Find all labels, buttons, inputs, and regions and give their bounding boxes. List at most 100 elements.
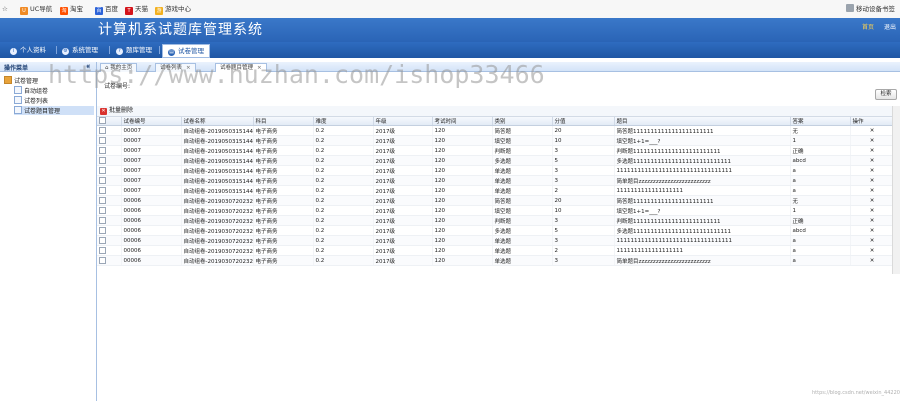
delete-row-icon[interactable]: ✕ bbox=[850, 185, 893, 196]
home-link[interactable]: 首页 bbox=[862, 22, 874, 31]
row-checkbox[interactable] bbox=[97, 195, 122, 206]
row-checkbox[interactable] bbox=[97, 175, 122, 186]
col-category[interactable]: 类别 bbox=[492, 117, 553, 126]
table-row[interactable]: 00007 自动组卷-20190503151444 电子商务 0.2 2017级 120 填… bbox=[97, 135, 893, 146]
file-icon bbox=[14, 86, 22, 94]
select-all-checkbox[interactable] bbox=[97, 117, 122, 126]
cell-exam-time: 120 bbox=[432, 225, 493, 236]
cell-difficulty: 0.2 bbox=[313, 185, 374, 196]
col-exam-time[interactable]: 考试时间 bbox=[432, 117, 493, 126]
delete-row-icon[interactable]: ✕ bbox=[850, 255, 893, 266]
delete-row-icon[interactable]: ✕ bbox=[850, 245, 893, 256]
cell-exam-time: 120 bbox=[432, 125, 493, 136]
nav-profile[interactable]: i 个人资料 bbox=[10, 44, 46, 56]
cell-exam-name: 自动组卷-20190503151444 bbox=[181, 175, 254, 186]
delete-row-icon[interactable]: ✕ bbox=[850, 235, 893, 246]
cell-grade: 2017级 bbox=[373, 175, 433, 186]
col-score[interactable]: 分值 bbox=[552, 117, 615, 126]
cell-subject: 电子商务 bbox=[253, 165, 314, 176]
nav-system[interactable]: ⚙ 系统管理 bbox=[62, 44, 98, 56]
col-difficulty[interactable]: 难度 bbox=[313, 117, 374, 126]
row-checkbox[interactable] bbox=[97, 245, 122, 256]
col-subject[interactable]: 科目 bbox=[253, 117, 314, 126]
bookmark-game[interactable]: 游游戏中心 bbox=[155, 4, 191, 15]
cell-exam-name: 自动组卷-20190307202320 bbox=[181, 245, 254, 256]
cell-difficulty: 0.2 bbox=[313, 205, 374, 216]
row-checkbox[interactable] bbox=[97, 135, 122, 146]
cell-exam-time: 120 bbox=[432, 135, 493, 146]
table-row[interactable]: 00006 自动组卷-20190307202320 电子商务 0.2 2017级 120 简… bbox=[97, 195, 893, 206]
tree-root[interactable]: 试卷管理 bbox=[4, 76, 38, 85]
cell-exam-time: 120 bbox=[432, 145, 493, 156]
mobile-bookmarks[interactable]: 移动设备书签 bbox=[846, 4, 895, 14]
delete-row-icon[interactable]: ✕ bbox=[850, 135, 893, 146]
cell-grade: 2017级 bbox=[373, 245, 433, 256]
table-row[interactable]: 00007 自动组卷-20190503151444 电子商务 0.2 2017级 120 多… bbox=[97, 155, 893, 166]
delete-row-icon[interactable]: ✕ bbox=[850, 165, 893, 176]
delete-row-icon[interactable]: ✕ bbox=[850, 145, 893, 156]
table-row[interactable]: 00006 自动组卷-20190307202320 电子商务 0.2 2017级 120 单… bbox=[97, 245, 893, 256]
table-row[interactable]: 00006 自动组卷-20190307202320 电子商务 0.2 2017级 120 判… bbox=[97, 215, 893, 226]
row-checkbox[interactable] bbox=[97, 255, 122, 266]
cell-exam-time: 120 bbox=[432, 245, 493, 256]
delete-row-icon[interactable]: ✕ bbox=[850, 225, 893, 236]
table-row[interactable]: 00007 自动组卷-20190503151444 电子商务 0.2 2017级 120 单… bbox=[97, 185, 893, 196]
row-checkbox[interactable] bbox=[97, 125, 122, 136]
table-row[interactable]: 00006 自动组卷-20190307202320 电子商务 0.2 2017级 120 单… bbox=[97, 255, 893, 266]
table-row[interactable]: 00006 自动组卷-20190307202320 电子商务 0.2 2017级 120 多… bbox=[97, 225, 893, 236]
bookmark-baidu[interactable]: 百百度 bbox=[95, 4, 118, 15]
col-exam-name[interactable]: 试卷名称 bbox=[181, 117, 254, 126]
logout-link[interactable]: 退出 bbox=[884, 22, 896, 31]
table-row[interactable]: 00007 自动组卷-20190503151444 电子商务 0.2 2017级 120 单… bbox=[97, 175, 893, 186]
watermark: https://www.huzhan.com/ishop33466 bbox=[48, 60, 545, 89]
bookmark-uc[interactable]: U UC导航 bbox=[20, 4, 52, 15]
delete-row-icon[interactable]: ✕ bbox=[850, 125, 893, 136]
tree-item-exam-question-manage[interactable]: 试卷题目管理 bbox=[14, 106, 94, 115]
row-checkbox[interactable] bbox=[97, 145, 122, 156]
vertical-scrollbar[interactable] bbox=[892, 106, 900, 274]
cell-subject: 电子商务 bbox=[253, 175, 314, 186]
app-title: 计算机系试题库管理系统 bbox=[98, 22, 263, 38]
nav-exam-management[interactable]: ▤ 试卷管理 bbox=[162, 44, 210, 58]
delete-row-icon[interactable]: ✕ bbox=[850, 155, 893, 166]
row-checkbox[interactable] bbox=[97, 155, 122, 166]
table-row[interactable]: 00006 自动组卷-20190307202320 电子商务 0.2 2017级 120 单… bbox=[97, 235, 893, 246]
delete-row-icon[interactable]: ✕ bbox=[850, 195, 893, 206]
star-icon[interactable]: ☆ bbox=[2, 4, 8, 14]
cell-answer: a bbox=[790, 235, 851, 246]
col-action: 操作 bbox=[850, 117, 893, 126]
row-checkbox[interactable] bbox=[97, 235, 122, 246]
cell-subject: 电子商务 bbox=[253, 135, 314, 146]
cell-exam-id: 00007 bbox=[121, 155, 182, 166]
col-question[interactable]: 题目 bbox=[614, 117, 791, 126]
bookmark-taobao[interactable]: 淘淘宝 bbox=[60, 4, 83, 15]
cell-score: 10 bbox=[552, 205, 615, 216]
delete-row-icon[interactable]: ✕ bbox=[850, 215, 893, 226]
col-grade[interactable]: 年级 bbox=[373, 117, 433, 126]
col-exam-id[interactable]: 试卷编号 bbox=[121, 117, 182, 126]
tree-item-exam-list[interactable]: 试卷列表 bbox=[14, 96, 48, 105]
row-checkbox[interactable] bbox=[97, 205, 122, 216]
table-row[interactable]: 00007 自动组卷-20190503151444 电子商务 0.2 2017级 120 判… bbox=[97, 145, 893, 156]
table-header: 试卷编号 试卷名称 科目 难度 年级 考试时间 类别 分值 题目 答案 操作 bbox=[97, 117, 893, 126]
col-answer[interactable]: 答案 bbox=[790, 117, 851, 126]
row-checkbox[interactable] bbox=[97, 165, 122, 176]
search-button[interactable]: 检索 bbox=[875, 89, 897, 100]
cell-answer: 无 bbox=[790, 195, 851, 206]
bookmark-tmall[interactable]: T 天猫 bbox=[125, 4, 148, 15]
table-row[interactable]: 00006 自动组卷-20190307202320 电子商务 0.2 2017级 120 填… bbox=[97, 205, 893, 216]
nav-question-bank[interactable]: ? 题库管理 bbox=[116, 44, 152, 56]
cell-exam-id: 00007 bbox=[121, 125, 182, 136]
table-row[interactable]: 00007 自动组卷-20190503151444 电子商务 0.2 2017级 120 简… bbox=[97, 125, 893, 136]
cell-exam-id: 00006 bbox=[121, 195, 182, 206]
tree-item-auto-compose[interactable]: 自动组卷 bbox=[14, 86, 48, 95]
table-row[interactable]: 00007 自动组卷-20190503151444 电子商务 0.2 2017级 120 单… bbox=[97, 165, 893, 176]
batch-delete-button[interactable]: ✕ 批量删除 bbox=[100, 107, 133, 115]
row-checkbox[interactable] bbox=[97, 225, 122, 236]
delete-row-icon[interactable]: ✕ bbox=[850, 175, 893, 186]
cell-grade: 2017级 bbox=[373, 255, 433, 266]
row-checkbox[interactable] bbox=[97, 185, 122, 196]
delete-row-icon[interactable]: ✕ bbox=[850, 205, 893, 216]
row-checkbox[interactable] bbox=[97, 215, 122, 226]
cell-grade: 2017级 bbox=[373, 165, 433, 176]
